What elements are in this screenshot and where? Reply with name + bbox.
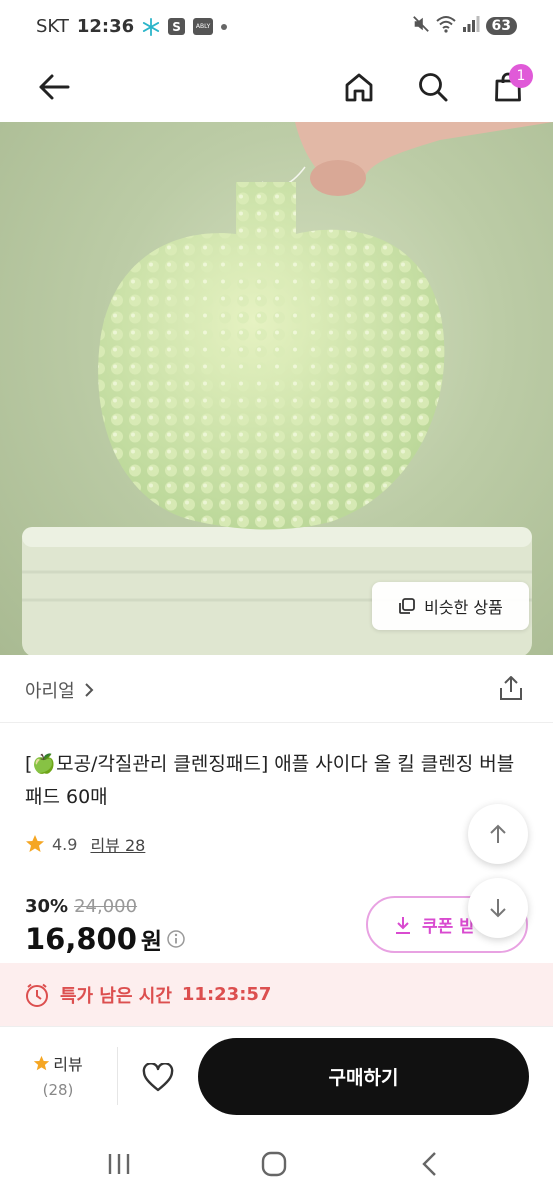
recent-apps-button[interactable] xyxy=(99,1144,139,1184)
more-notifications-dot-icon xyxy=(221,23,228,30)
info-icon[interactable] xyxy=(166,929,186,949)
star-icon xyxy=(34,1055,50,1070)
wifi-icon xyxy=(435,15,456,37)
clock: 12:36 xyxy=(76,16,135,37)
like-button[interactable] xyxy=(137,1057,179,1099)
home-circle-icon xyxy=(261,1151,287,1177)
star-icon xyxy=(26,835,44,852)
home-button[interactable] xyxy=(334,62,384,112)
home-icon xyxy=(345,73,373,102)
coupon-label: 쿠폰 받 xyxy=(422,917,475,937)
cart-button[interactable]: 1 xyxy=(483,62,533,112)
s-app-icon: S xyxy=(168,18,186,35)
product-photo xyxy=(22,122,553,655)
share-button[interactable] xyxy=(494,671,528,705)
price-unit: 원 xyxy=(140,929,163,955)
apple-emoji-icon: 🍏 xyxy=(32,753,57,775)
copy-icon xyxy=(399,598,416,614)
review-tab[interactable]: 리뷰 (28) xyxy=(24,1051,92,1099)
ably-app-icon: ABLY xyxy=(193,18,214,35)
mute-icon xyxy=(412,15,430,37)
arrow-left-icon xyxy=(39,74,70,100)
title-text: 모공/각질관리 클렌징패드] 애플 사이다 올 킬 클렌징 버블 패드 60매 xyxy=(25,753,515,808)
similar-products-label: 비슷한 상품 xyxy=(424,598,503,617)
buy-button[interactable]: 구매하기 xyxy=(198,1038,529,1115)
review-count-link[interactable]: 리뷰 28 xyxy=(90,832,145,856)
signal-icon xyxy=(462,15,480,37)
clock-icon xyxy=(26,983,48,1007)
search-icon xyxy=(419,73,448,102)
home-nav-button[interactable] xyxy=(254,1144,294,1184)
product-title: [🍏모공/각질관리 클렌징패드] 애플 사이다 올 킬 클렌징 버블 패드 60… xyxy=(25,748,535,814)
recent-apps-icon xyxy=(108,1154,130,1174)
share-icon xyxy=(500,676,522,700)
discount-rate: 30% xyxy=(25,896,69,917)
similar-products-button[interactable]: 비슷한 상품 xyxy=(372,582,529,630)
deal-timer-banner: 특가 남은 시간 11:23:57 xyxy=(0,963,553,1026)
price-row: 16,800 원 xyxy=(25,922,186,956)
original-price: 24,000 xyxy=(74,896,138,917)
rating-value: 4.9 xyxy=(52,834,78,854)
arrow-up-icon xyxy=(490,824,506,843)
scroll-top-button[interactable] xyxy=(468,804,528,864)
brand-name: 아리얼 xyxy=(25,681,75,702)
sale-price: 16,800 xyxy=(25,922,137,956)
carrier-label: SKT xyxy=(36,16,69,37)
back-nav-button[interactable] xyxy=(410,1144,450,1184)
arrow-down-icon xyxy=(490,899,506,918)
bottom-action-bar: 리뷰 (28) 구매하기 xyxy=(0,1026,553,1126)
app-header: 1 xyxy=(0,54,553,120)
review-tab-count: (28) xyxy=(42,1081,74,1099)
rating-row: 4.9 리뷰 28 xyxy=(25,832,145,856)
cart-count-badge: 1 xyxy=(509,64,533,88)
back-button[interactable] xyxy=(29,62,79,112)
discount-row: 30% 24,000 xyxy=(25,896,137,917)
product-image[interactable]: 비슷한 상품 xyxy=(0,122,553,655)
download-icon xyxy=(396,916,410,934)
search-button[interactable] xyxy=(408,62,458,112)
status-bar: SKT 12:36 S ABLY 63 xyxy=(0,0,553,54)
review-tab-label: 리뷰 xyxy=(53,1055,83,1074)
scroll-bottom-button[interactable] xyxy=(468,878,528,938)
heart-icon xyxy=(142,1063,174,1092)
snowflake-icon xyxy=(142,17,160,36)
chevron-right-icon xyxy=(84,683,94,697)
brand-row: 아리얼 xyxy=(0,655,553,723)
brand-link[interactable]: 아리얼 xyxy=(25,677,95,703)
system-nav-bar xyxy=(0,1126,553,1200)
chevron-left-icon xyxy=(422,1152,436,1176)
timer-value: 11:23:57 xyxy=(181,984,272,1005)
battery-indicator: 63 xyxy=(485,17,517,35)
timer-label: 특가 남은 시간 xyxy=(60,985,172,1007)
divider xyxy=(117,1047,118,1105)
